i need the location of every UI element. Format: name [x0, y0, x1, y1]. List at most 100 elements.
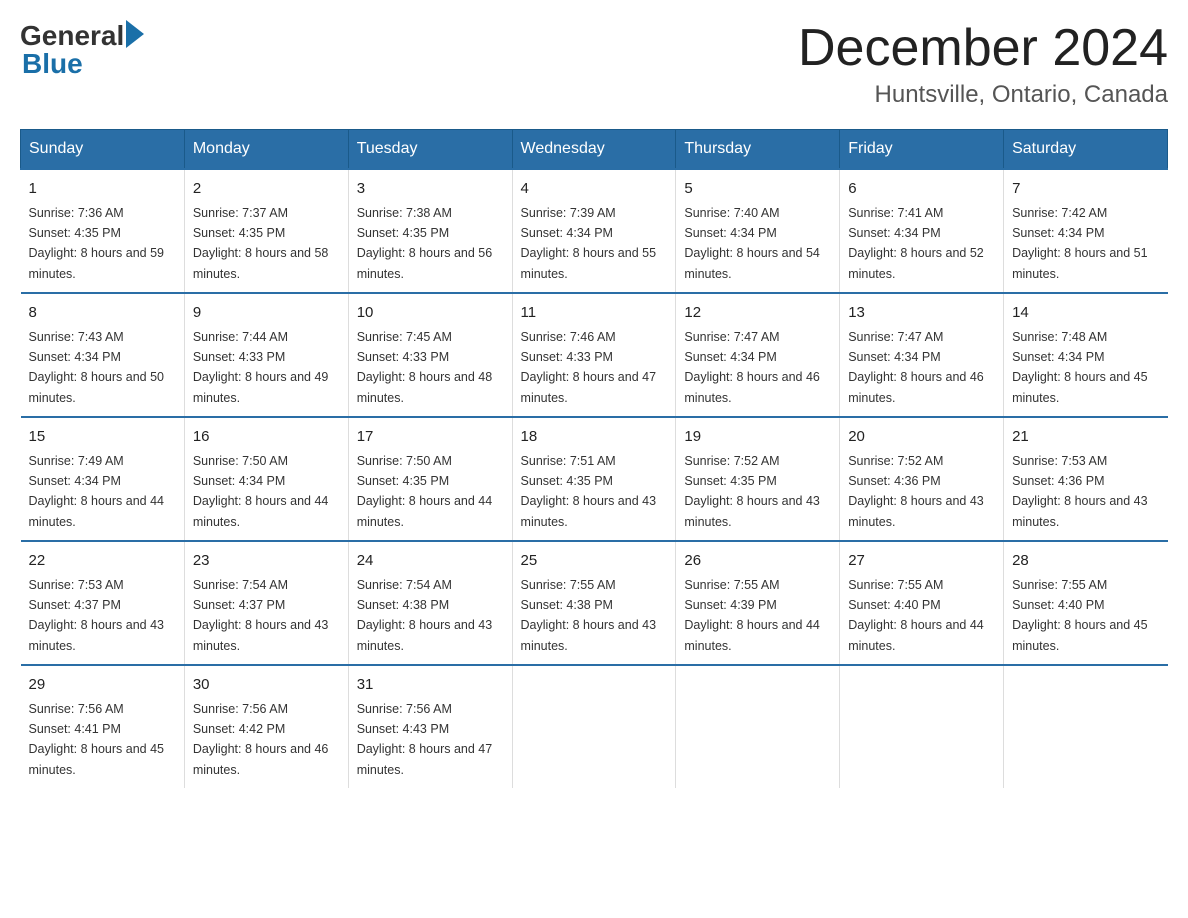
page-header: General Blue December 2024 Huntsville, O… [20, 20, 1168, 109]
calendar-cell [512, 665, 676, 788]
day-info: Sunrise: 7:56 AMSunset: 4:41 PMDaylight:… [29, 702, 165, 777]
calendar-cell: 17Sunrise: 7:50 AMSunset: 4:35 PMDayligh… [348, 417, 512, 541]
calendar-cell: 13Sunrise: 7:47 AMSunset: 4:34 PMDayligh… [840, 293, 1004, 417]
day-number: 15 [29, 426, 176, 449]
calendar-cell: 5 Sunrise: 7:40 AMSunset: 4:34 PMDaylight… [676, 169, 840, 293]
day-info: Sunrise: 7:53 AMSunset: 4:37 PMDaylight:… [29, 578, 165, 653]
day-info: Sunrise: 7:52 AMSunset: 4:35 PMDaylight:… [684, 454, 820, 529]
month-title: December 2024 [798, 20, 1168, 77]
day-number: 3 [357, 178, 504, 201]
day-number: 20 [848, 426, 995, 449]
day-info: Sunrise: 7:50 AMSunset: 4:35 PMDaylight:… [357, 454, 493, 529]
day-number: 11 [521, 302, 668, 325]
header-right: December 2024 Huntsville, Ontario, Canad… [798, 20, 1168, 109]
calendar-cell: 26 Sunrise: 7:55 AMSunset: 4:39 PMDayligh… [676, 541, 840, 665]
calendar-cell: 14 Sunrise: 7:48 AMSunset: 4:34 PMDayligh… [1004, 293, 1168, 417]
day-number: 10 [357, 302, 504, 325]
day-info: Sunrise: 7:55 AMSunset: 4:40 PMDaylight:… [1012, 578, 1148, 653]
day-number: 6 [848, 178, 995, 201]
day-info: Sunrise: 7:48 AMSunset: 4:34 PMDaylight:… [1012, 330, 1148, 405]
day-number: 22 [29, 550, 176, 573]
column-header-tuesday: Tuesday [348, 130, 512, 170]
day-number: 19 [684, 426, 831, 449]
day-info: Sunrise: 7:36 AMSunset: 4:35 PMDaylight:… [29, 206, 165, 281]
calendar-cell: 31 Sunrise: 7:56 AMSunset: 4:43 PMDayligh… [348, 665, 512, 788]
day-info: Sunrise: 7:44 AMSunset: 4:33 PMDaylight:… [193, 330, 329, 405]
day-info: Sunrise: 7:56 AMSunset: 4:43 PMDaylight:… [357, 702, 493, 777]
day-number: 28 [1012, 550, 1159, 573]
day-info: Sunrise: 7:49 AMSunset: 4:34 PMDaylight:… [29, 454, 165, 529]
day-number: 24 [357, 550, 504, 573]
day-number: 23 [193, 550, 340, 573]
calendar-cell [676, 665, 840, 788]
day-info: Sunrise: 7:52 AMSunset: 4:36 PMDaylight:… [848, 454, 984, 529]
day-number: 1 [29, 178, 176, 201]
calendar-cell: 29 Sunrise: 7:56 AMSunset: 4:41 PMDayligh… [21, 665, 185, 788]
day-number: 2 [193, 178, 340, 201]
day-info: Sunrise: 7:54 AMSunset: 4:38 PMDaylight:… [357, 578, 493, 653]
day-info: Sunrise: 7:45 AMSunset: 4:33 PMDaylight:… [357, 330, 493, 405]
day-info: Sunrise: 7:47 AMSunset: 4:34 PMDaylight:… [684, 330, 820, 405]
day-info: Sunrise: 7:46 AMSunset: 4:33 PMDaylight:… [521, 330, 657, 405]
day-number: 12 [684, 302, 831, 325]
calendar-cell [840, 665, 1004, 788]
day-info: Sunrise: 7:43 AMSunset: 4:34 PMDaylight:… [29, 330, 165, 405]
day-info: Sunrise: 7:51 AMSunset: 4:35 PMDaylight:… [521, 454, 657, 529]
calendar-cell: 7 Sunrise: 7:42 AMSunset: 4:34 PMDaylight… [1004, 169, 1168, 293]
day-number: 14 [1012, 302, 1159, 325]
calendar-table: SundayMondayTuesdayWednesdayThursdayFrid… [20, 129, 1168, 788]
calendar-cell: 30 Sunrise: 7:56 AMSunset: 4:42 PMDayligh… [184, 665, 348, 788]
calendar-cell: 3 Sunrise: 7:38 AMSunset: 4:35 PMDaylight… [348, 169, 512, 293]
day-number: 7 [1012, 178, 1159, 201]
calendar-cell: 4 Sunrise: 7:39 AMSunset: 4:34 PMDaylight… [512, 169, 676, 293]
day-info: Sunrise: 7:55 AMSunset: 4:38 PMDaylight:… [521, 578, 657, 653]
calendar-cell: 23Sunrise: 7:54 AMSunset: 4:37 PMDayligh… [184, 541, 348, 665]
day-info: Sunrise: 7:55 AMSunset: 4:39 PMDaylight:… [684, 578, 820, 653]
day-info: Sunrise: 7:41 AMSunset: 4:34 PMDaylight:… [848, 206, 984, 281]
logo-blue-text: Blue [22, 48, 83, 80]
calendar-cell: 27 Sunrise: 7:55 AMSunset: 4:40 PMDayligh… [840, 541, 1004, 665]
week-row-5: 29 Sunrise: 7:56 AMSunset: 4:41 PMDayligh… [21, 665, 1168, 788]
day-info: Sunrise: 7:50 AMSunset: 4:34 PMDaylight:… [193, 454, 329, 529]
day-number: 5 [684, 178, 831, 201]
day-info: Sunrise: 7:56 AMSunset: 4:42 PMDaylight:… [193, 702, 329, 777]
day-number: 21 [1012, 426, 1159, 449]
day-info: Sunrise: 7:37 AMSunset: 4:35 PMDaylight:… [193, 206, 329, 281]
calendar-cell: 19 Sunrise: 7:52 AMSunset: 4:35 PMDayligh… [676, 417, 840, 541]
column-header-thursday: Thursday [676, 130, 840, 170]
day-number: 27 [848, 550, 995, 573]
calendar-cell: 1 Sunrise: 7:36 AMSunset: 4:35 PMDaylight… [21, 169, 185, 293]
day-number: 4 [521, 178, 668, 201]
column-header-friday: Friday [840, 130, 1004, 170]
calendar-cell: 11 Sunrise: 7:46 AMSunset: 4:33 PMDayligh… [512, 293, 676, 417]
calendar-cell: 21 Sunrise: 7:53 AMSunset: 4:36 PMDayligh… [1004, 417, 1168, 541]
day-info: Sunrise: 7:53 AMSunset: 4:36 PMDaylight:… [1012, 454, 1148, 529]
week-row-3: 15 Sunrise: 7:49 AMSunset: 4:34 PMDayligh… [21, 417, 1168, 541]
week-row-1: 1 Sunrise: 7:36 AMSunset: 4:35 PMDaylight… [21, 169, 1168, 293]
day-info: Sunrise: 7:55 AMSunset: 4:40 PMDaylight:… [848, 578, 984, 653]
week-row-2: 8 Sunrise: 7:43 AMSunset: 4:34 PMDaylight… [21, 293, 1168, 417]
day-number: 30 [193, 674, 340, 697]
calendar-cell: 25 Sunrise: 7:55 AMSunset: 4:38 PMDayligh… [512, 541, 676, 665]
day-number: 26 [684, 550, 831, 573]
day-info: Sunrise: 7:42 AMSunset: 4:34 PMDaylight:… [1012, 206, 1148, 281]
day-number: 25 [521, 550, 668, 573]
calendar-cell: 15 Sunrise: 7:49 AMSunset: 4:34 PMDayligh… [21, 417, 185, 541]
calendar-cell: 9Sunrise: 7:44 AMSunset: 4:33 PMDaylight… [184, 293, 348, 417]
week-row-4: 22 Sunrise: 7:53 AMSunset: 4:37 PMDayligh… [21, 541, 1168, 665]
day-info: Sunrise: 7:39 AMSunset: 4:34 PMDaylight:… [521, 206, 657, 281]
day-number: 29 [29, 674, 176, 697]
column-header-sunday: Sunday [21, 130, 185, 170]
day-info: Sunrise: 7:38 AMSunset: 4:35 PMDaylight:… [357, 206, 493, 281]
day-number: 31 [357, 674, 504, 697]
column-header-monday: Monday [184, 130, 348, 170]
day-info: Sunrise: 7:47 AMSunset: 4:34 PMDaylight:… [848, 330, 984, 405]
location-title: Huntsville, Ontario, Canada [798, 81, 1168, 109]
calendar-cell: 10 Sunrise: 7:45 AMSunset: 4:33 PMDayligh… [348, 293, 512, 417]
day-number: 16 [193, 426, 340, 449]
day-number: 8 [29, 302, 176, 325]
day-info: Sunrise: 7:40 AMSunset: 4:34 PMDaylight:… [684, 206, 820, 281]
calendar-cell: 8 Sunrise: 7:43 AMSunset: 4:34 PMDaylight… [21, 293, 185, 417]
calendar-cell: 16 Sunrise: 7:50 AMSunset: 4:34 PMDayligh… [184, 417, 348, 541]
calendar-cell: 18Sunrise: 7:51 AMSunset: 4:35 PMDayligh… [512, 417, 676, 541]
